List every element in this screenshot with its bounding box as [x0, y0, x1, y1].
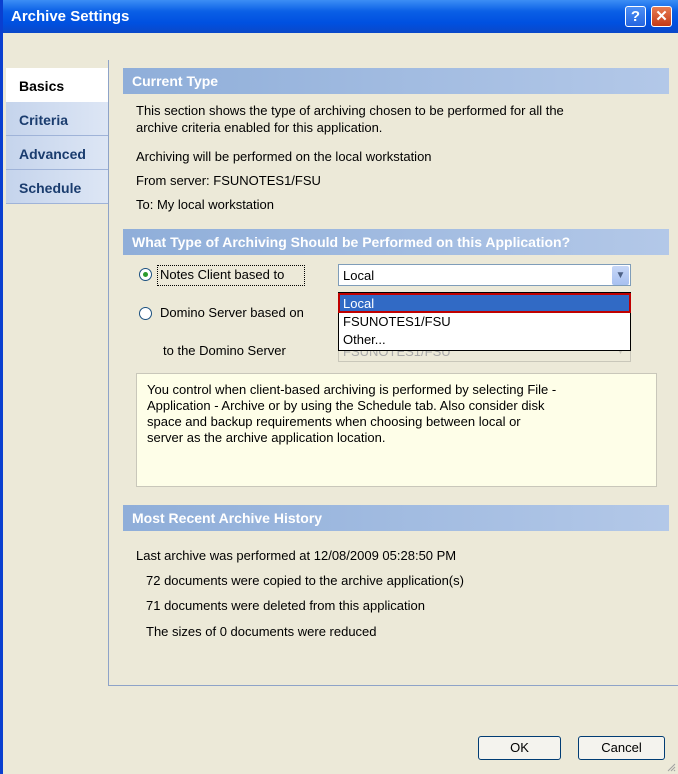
archiving-info-box: You control when client-based archiving … [136, 373, 657, 487]
close-button[interactable]: ✕ [651, 6, 672, 27]
history-line2: 72 documents were copied to the archive … [146, 573, 464, 588]
current-type-header: Current Type [123, 68, 669, 94]
tab-basics[interactable]: Basics [6, 68, 108, 102]
dropdown-option-other[interactable]: Other... [343, 332, 386, 347]
tab-schedule[interactable]: Schedule [6, 170, 108, 204]
cancel-button[interactable]: Cancel [578, 736, 665, 760]
current-type-description-line1: This section shows the type of archiving… [136, 103, 564, 118]
to-domino-server-label: to the Domino Server [163, 343, 286, 358]
tab-advanced[interactable]: Advanced [6, 136, 108, 170]
notes-client-radio[interactable] [139, 268, 152, 281]
dropdown-option-local[interactable]: Local [338, 293, 631, 313]
history-header: Most Recent Archive History [123, 505, 669, 531]
tab-basics-label: Basics [19, 78, 65, 94]
archiving-type-header: What Type of Archiving Should be Perform… [123, 229, 669, 255]
tab-criteria[interactable]: Criteria [6, 102, 108, 136]
current-type-line2: From server: FSUNOTES1/FSU [136, 173, 321, 188]
history-line3: 71 documents were deleted from this appl… [146, 598, 425, 613]
archive-settings-dialog: Archive Settings ? ✕ Basics Criteria Adv… [0, 0, 678, 774]
history-line4: The sizes of 0 documents were reduced [146, 624, 377, 639]
resize-grip-icon[interactable] [666, 762, 676, 772]
tab-criteria-label: Criteria [19, 112, 69, 128]
current-type-description-line2: archive criteria enabled for this applic… [136, 120, 383, 135]
tab-advanced-label: Advanced [19, 146, 86, 162]
ok-button[interactable]: OK [478, 736, 561, 760]
location-dropdown-list[interactable]: Local FSUNOTES1/FSU Other... [338, 292, 631, 351]
help-button[interactable]: ? [625, 6, 646, 27]
notes-client-location-value: Local [343, 268, 375, 283]
title-bar[interactable]: Archive Settings ? ✕ [3, 0, 678, 33]
history-line1: Last archive was performed at 12/08/2009… [136, 548, 457, 563]
current-type-line3: To: My local workstation [136, 197, 274, 212]
domino-server-radio[interactable] [139, 307, 152, 320]
current-type-line1: Archiving will be performed on the local… [136, 149, 432, 164]
window-title: Archive Settings [11, 8, 130, 25]
notes-client-label: Notes Client based to [160, 267, 285, 282]
notes-client-location-select[interactable]: Local ▼ [338, 264, 631, 286]
domino-server-label: Domino Server based on [160, 305, 304, 320]
radio-selected-dot [143, 272, 148, 277]
chevron-down-icon[interactable]: ▼ [612, 266, 629, 285]
dropdown-option-fsunotes1[interactable]: FSUNOTES1/FSU [343, 314, 451, 329]
tab-schedule-label: Schedule [19, 180, 82, 196]
